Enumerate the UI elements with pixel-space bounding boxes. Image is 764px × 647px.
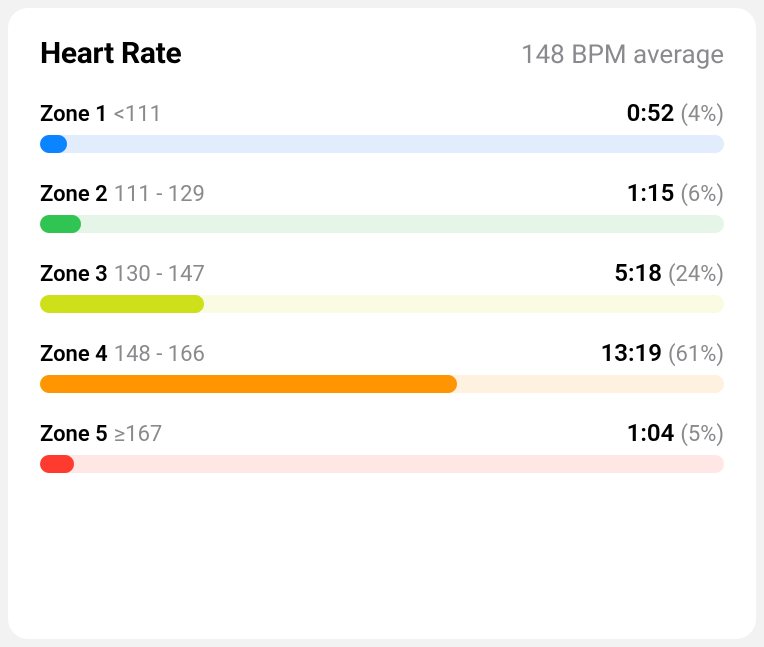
zone-label-group: Zone 3130 - 147: [40, 262, 205, 287]
zone-time: 1:15: [627, 179, 675, 207]
zone-row: Zone 5≥167 1:04(5%): [40, 419, 724, 473]
zone-range: 130 - 147: [114, 262, 205, 287]
card-summary: 148 BPM average: [521, 40, 724, 70]
zone-bar-track: [40, 135, 724, 153]
heart-rate-card: Heart Rate 148 BPM average Zone 1<111 0:5…: [8, 8, 756, 639]
zone-value-group: 5:18(24%): [614, 259, 724, 287]
zone-label-group: Zone 4148 - 166: [40, 342, 205, 367]
card-header: Heart Rate 148 BPM average: [40, 36, 724, 71]
zone-header: Zone 1<111 0:52(4%): [40, 99, 724, 127]
zone-row: Zone 2111 - 129 1:15(6%): [40, 179, 724, 233]
zone-label-group: Zone 1<111: [40, 102, 162, 127]
zone-header: Zone 3130 - 147 5:18(24%): [40, 259, 724, 287]
zone-time: 1:04: [627, 419, 675, 447]
zone-time: 0:52: [627, 99, 675, 127]
zone-bar-fill: [40, 455, 74, 473]
zones-list: Zone 1<111 0:52(4%) Zone 2111 - 129 1:15(6%…: [40, 99, 724, 473]
zone-name: Zone 1: [40, 102, 108, 127]
zone-bar-fill: [40, 215, 81, 233]
zone-bar-track: [40, 215, 724, 233]
zone-header: Zone 4148 - 166 13:19(61%): [40, 339, 724, 367]
zone-time: 5:18: [614, 259, 662, 287]
zone-value-group: 13:19(61%): [601, 339, 724, 367]
zone-bar-fill: [40, 375, 457, 393]
zone-range: <111: [114, 102, 162, 127]
zone-range: 111 - 129: [114, 182, 205, 207]
zone-percent: (61%): [668, 342, 724, 367]
zone-name: Zone 5: [40, 422, 108, 447]
zone-bar-track: [40, 455, 724, 473]
zone-header: Zone 5≥167 1:04(5%): [40, 419, 724, 447]
zone-range: 148 - 166: [114, 342, 205, 367]
zone-row: Zone 3130 - 147 5:18(24%): [40, 259, 724, 313]
zone-label-group: Zone 5≥167: [40, 422, 162, 447]
zone-bar-track: [40, 375, 724, 393]
zone-name: Zone 3: [40, 262, 108, 287]
zone-label-group: Zone 2111 - 129: [40, 182, 205, 207]
zone-percent: (4%): [680, 102, 724, 127]
zone-name: Zone 2: [40, 182, 108, 207]
zone-percent: (24%): [668, 262, 724, 287]
zone-range: ≥167: [114, 422, 163, 447]
zone-value-group: 1:15(6%): [627, 179, 724, 207]
zone-row: Zone 1<111 0:52(4%): [40, 99, 724, 153]
zone-name: Zone 4: [40, 342, 108, 367]
zone-percent: (5%): [680, 422, 724, 447]
zone-percent: (6%): [680, 182, 724, 207]
zone-bar-track: [40, 295, 724, 313]
zone-header: Zone 2111 - 129 1:15(6%): [40, 179, 724, 207]
zone-bar-fill: [40, 135, 67, 153]
zone-time: 13:19: [601, 339, 662, 367]
zone-bar-fill: [40, 295, 204, 313]
zone-row: Zone 4148 - 166 13:19(61%): [40, 339, 724, 393]
zone-value-group: 0:52(4%): [627, 99, 724, 127]
card-title: Heart Rate: [40, 36, 181, 71]
zone-value-group: 1:04(5%): [627, 419, 724, 447]
